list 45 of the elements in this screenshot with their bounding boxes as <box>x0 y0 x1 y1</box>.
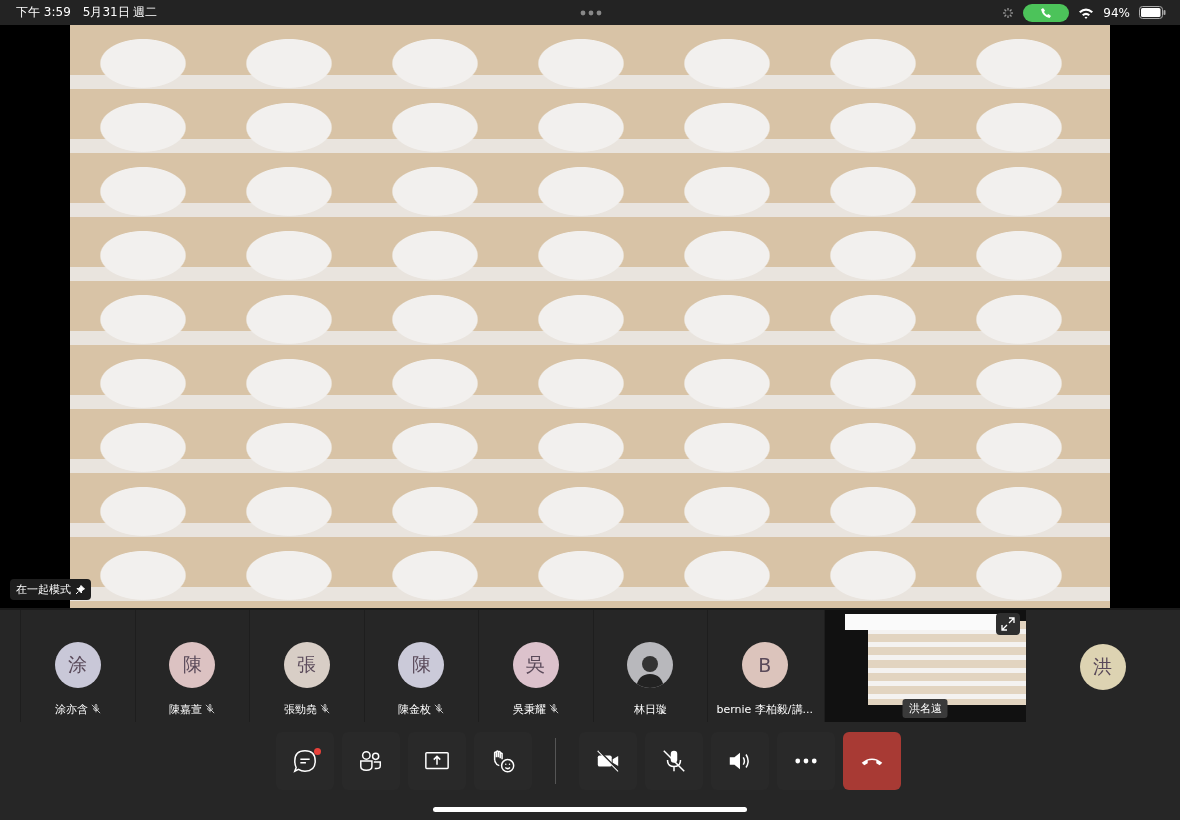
wifi-icon <box>1078 6 1095 19</box>
participant-tile[interactable]: 陳 陳嘉萱 <box>134 610 249 722</box>
mode-text: 在一起模式 <box>16 582 71 597</box>
participant-tile[interactable]: 陳 陳金枚 <box>363 610 478 722</box>
avatar-initial: 陳 <box>398 642 445 688</box>
avatar-initial: B <box>741 642 788 688</box>
phone-icon <box>1040 6 1053 19</box>
people-icon <box>357 748 384 774</box>
date-text: 5月31日 週二 <box>82 4 158 21</box>
participant-name: 張勁堯 <box>283 701 317 717</box>
participant-name: 林日璇 <box>633 701 667 717</box>
participant-tile[interactable]: 張 張勁堯 <box>249 610 364 722</box>
loading-spinner-icon <box>1002 6 1015 19</box>
camera-off-icon <box>594 748 621 774</box>
battery-percentage: 94% <box>1103 5 1130 20</box>
avatar-initial: 張 <box>283 642 330 688</box>
participant-name: 陳嘉萱 <box>169 701 203 717</box>
avatar-initial: 陳 <box>169 642 216 688</box>
avatar-initial: 洪 <box>1079 644 1126 690</box>
more-icon <box>794 758 817 764</box>
participant-tile[interactable]: B bernie 李柏毅/講... <box>707 610 822 722</box>
expand-icon <box>1000 617 1015 631</box>
participant-tile[interactable]: 洪 <box>1025 610 1180 722</box>
participant-tile[interactable]: 涂 涂亦含 <box>20 610 135 722</box>
multitasking-dots-icon <box>580 9 602 16</box>
participant-name: 陳金枚 <box>398 701 432 717</box>
presenter-name: 洪名遠 <box>902 699 948 718</box>
clock-time: 下午 3:59 <box>16 4 71 21</box>
pin-icon <box>75 584 85 595</box>
hang-up-button[interactable] <box>842 732 901 790</box>
participant-tile[interactable]: 林日璇 <box>592 610 707 722</box>
hang-up-icon <box>859 755 884 767</box>
participant-name: 涂亦含 <box>54 701 88 717</box>
battery-icon <box>1139 6 1166 19</box>
participant-name: 吳秉耀 <box>512 701 546 717</box>
chat-icon <box>291 748 318 774</box>
active-call-indicator[interactable] <box>1023 3 1070 22</box>
participant-tile[interactable]: 吳 吳秉耀 <box>478 610 593 722</box>
microphone-off-icon <box>660 748 687 774</box>
avatar-initial: 涂 <box>54 642 101 688</box>
avatar-initial: 吳 <box>512 642 559 688</box>
shared-screen-tile[interactable]: 洪名遠 <box>823 610 1026 722</box>
expand-button[interactable] <box>995 613 1020 635</box>
person-silhouette-icon <box>635 654 666 688</box>
participant-name: bernie 李柏毅/講... <box>716 701 814 717</box>
